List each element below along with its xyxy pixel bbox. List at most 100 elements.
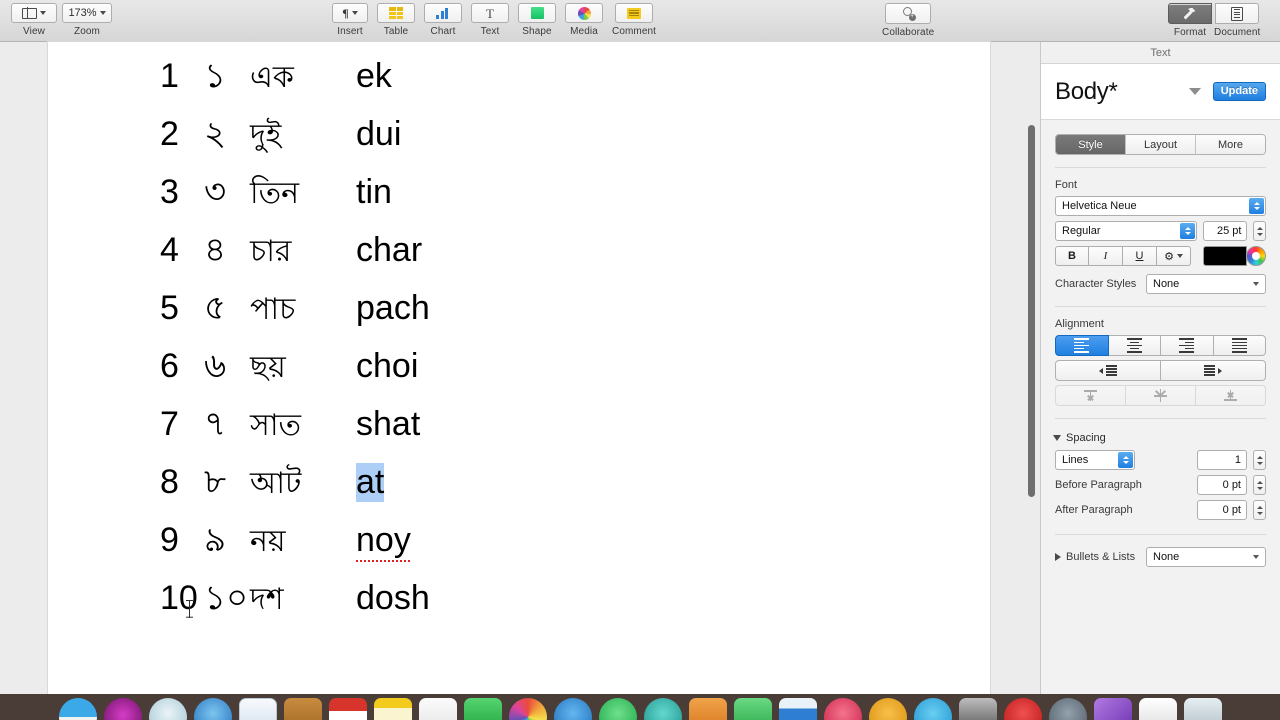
before-paragraph-input[interactable]: 0 pt	[1197, 475, 1247, 495]
align-right-button[interactable]	[1161, 335, 1214, 356]
view-button-face[interactable]	[11, 3, 57, 23]
before-paragraph-stepper[interactable]	[1253, 475, 1266, 495]
toolbar-media-button[interactable]: Media	[565, 0, 603, 37]
line-spacing-input[interactable]: 1	[1197, 450, 1247, 470]
collaborate-button-face[interactable]: +	[885, 3, 932, 24]
font-family-select[interactable]: Helvetica Neue	[1055, 196, 1266, 216]
dock-item-app-pink[interactable]	[823, 698, 862, 720]
dock-item-app-red[interactable]	[1003, 698, 1042, 720]
dock-item-app-compass[interactable]	[193, 698, 232, 720]
dock-item-itunes[interactable]	[733, 698, 772, 720]
chevron-updown-icon[interactable]	[1249, 198, 1264, 214]
dock-item-preview[interactable]	[1093, 698, 1132, 720]
toolbar-collaborate-button[interactable]: + Collaborate	[882, 0, 934, 38]
align-left-button[interactable]	[1055, 335, 1109, 356]
update-style-button[interactable]: Update	[1212, 82, 1266, 101]
dock-item-app-teal[interactable]	[643, 698, 682, 720]
table-row[interactable]: 1 ১ এক ek	[160, 50, 800, 108]
table-row[interactable]: 3 ৩ তিন tin	[160, 166, 800, 224]
dock-item-messages[interactable]	[913, 698, 952, 720]
transliteration-misspelled[interactable]: noy	[356, 521, 411, 562]
document-canvas-area[interactable]: 1 ১ এক ek 2 ২ দুই dui 3 ৩ তিন tin 4 ৪ চা…	[0, 42, 1040, 694]
font-size-stepper[interactable]	[1253, 221, 1266, 241]
number-list[interactable]: 1 ১ এক ek 2 ২ দুই dui 3 ৩ তিন tin 4 ৪ চা…	[160, 50, 800, 630]
chevron-updown-icon[interactable]	[1118, 452, 1133, 468]
zoom-button-face[interactable]: 173%	[62, 3, 112, 23]
dock-item-finder[interactable]	[58, 698, 97, 720]
dock-item-mail[interactable]	[238, 698, 277, 720]
after-paragraph-input[interactable]: 0 pt	[1197, 500, 1247, 520]
table-row[interactable]: 9 ৯ নয় noy	[160, 514, 800, 572]
format-button-face[interactable]	[1168, 3, 1212, 24]
triangle-open-icon[interactable]	[1053, 435, 1061, 441]
font-color-swatch[interactable]	[1203, 246, 1247, 266]
dock-item-app-blue[interactable]	[553, 698, 592, 720]
after-paragraph-stepper[interactable]	[1253, 500, 1266, 520]
color-wheel-icon[interactable]	[1246, 246, 1266, 266]
dock-item-photos[interactable]	[508, 698, 547, 720]
tab-more[interactable]: More	[1196, 135, 1265, 154]
bullets-lists-select[interactable]: None	[1146, 547, 1266, 567]
dock-item-system-prefs[interactable]	[958, 698, 997, 720]
dock-item-pages[interactable]	[688, 698, 727, 720]
align-justify-button[interactable]	[1213, 335, 1266, 356]
insert-button-face[interactable]: ¶	[332, 3, 368, 23]
bold-button[interactable]: B	[1055, 246, 1089, 266]
table-button-face[interactable]	[377, 3, 415, 23]
line-spacing-mode-select[interactable]: Lines	[1055, 450, 1135, 470]
paragraph-style-name[interactable]: Body*	[1055, 78, 1189, 106]
table-row[interactable]: 10 ১০ দশ dosh	[160, 572, 800, 630]
transliteration-selected[interactable]: at	[356, 463, 385, 502]
table-row[interactable]: 7 ৭ সাত shat	[160, 398, 800, 456]
table-row[interactable]: 2 ২ দুই dui	[160, 108, 800, 166]
toolbar-chart-button[interactable]: Chart	[424, 0, 462, 37]
toolbar-shape-button[interactable]: Shape	[518, 0, 556, 37]
comment-button-face[interactable]	[615, 3, 654, 23]
increase-indent-button[interactable]	[1161, 360, 1266, 381]
dock-item-trash[interactable]	[1183, 698, 1222, 720]
toolbar-zoom-button[interactable]: 173% Zoom	[60, 0, 114, 37]
chevron-updown-icon[interactable]	[1180, 223, 1195, 239]
document-button-face[interactable]	[1215, 3, 1260, 24]
table-row[interactable]: 5 ৫ পাচ pach	[160, 282, 800, 340]
dock-item-reminders[interactable]	[418, 698, 457, 720]
dock-item-safari[interactable]	[148, 698, 187, 720]
chevron-down-icon[interactable]	[1188, 88, 1201, 95]
dock-item-calendar[interactable]	[328, 698, 367, 720]
toolbar-format-button[interactable]: Format	[1168, 0, 1212, 38]
tab-style[interactable]: Style	[1056, 135, 1126, 154]
toolbar-text-button[interactable]: T Text	[471, 0, 509, 37]
underline-button[interactable]: U	[1123, 246, 1157, 266]
shape-button-face[interactable]	[518, 3, 556, 23]
tab-layout[interactable]: Layout	[1126, 135, 1196, 154]
dock-item-launchpad[interactable]	[103, 698, 142, 720]
vertical-scrollbar-thumb[interactable]	[1028, 125, 1035, 497]
text-button-face[interactable]: T	[471, 3, 509, 23]
document-page[interactable]: 1 ১ এক ek 2 ২ দুই dui 3 ৩ তিন tin 4 ৪ চা…	[48, 42, 990, 694]
table-row[interactable]: 8 ৮ আট at	[160, 456, 800, 514]
dock-item-app-green[interactable]	[598, 698, 637, 720]
align-center-button[interactable]	[1108, 335, 1161, 356]
triangle-closed-icon[interactable]	[1055, 553, 1061, 561]
toolbar-insert-button[interactable]: ¶ Insert	[332, 0, 368, 37]
toolbar-view-button[interactable]: View	[8, 0, 60, 37]
table-row[interactable]: 4 ৪ চার char	[160, 224, 800, 282]
font-options-button[interactable]: ⚙	[1157, 246, 1191, 266]
table-row[interactable]: 6 ৬ ছয় choi	[160, 340, 800, 398]
character-styles-select[interactable]: None	[1146, 274, 1266, 294]
chart-button-face[interactable]	[424, 3, 462, 23]
font-size-input[interactable]: 25 pt	[1203, 221, 1248, 241]
dock-item-downloads[interactable]	[1138, 698, 1177, 720]
dock-item-notes[interactable]	[373, 698, 412, 720]
dock-item-contacts[interactable]	[283, 698, 322, 720]
line-spacing-stepper[interactable]	[1253, 450, 1266, 470]
toolbar-comment-button[interactable]: Comment	[612, 0, 656, 37]
font-weight-select[interactable]: Regular	[1055, 221, 1197, 241]
italic-button[interactable]: I	[1089, 246, 1123, 266]
dock-item-keynote[interactable]	[778, 698, 817, 720]
dock-item-app-yellow[interactable]	[868, 698, 907, 720]
decrease-indent-button[interactable]	[1055, 360, 1161, 381]
media-button-face[interactable]	[565, 3, 603, 23]
dock-item-app-gray[interactable]	[1048, 698, 1087, 720]
dock-item-numbers[interactable]	[463, 698, 502, 720]
